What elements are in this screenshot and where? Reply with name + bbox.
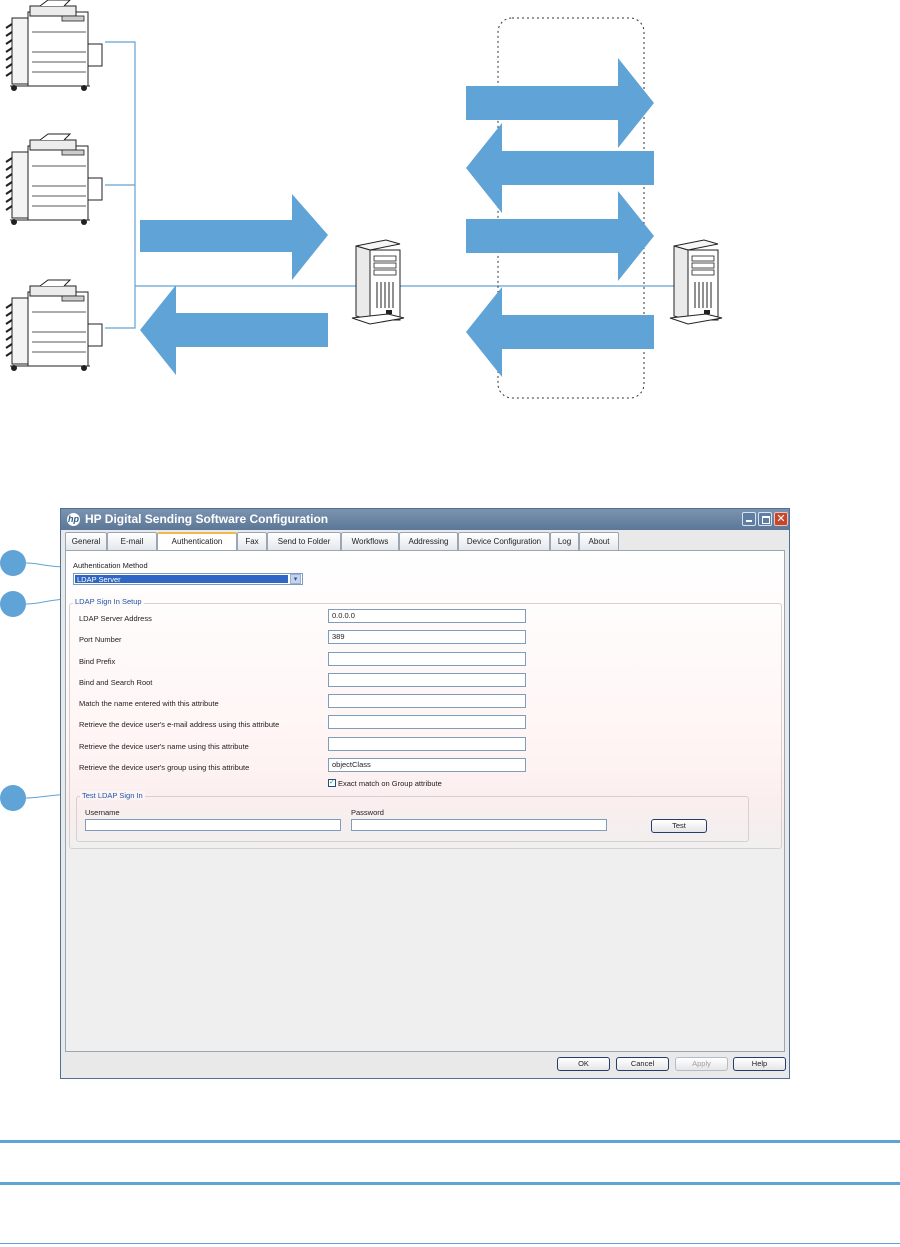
match-name-attribute-input[interactable] <box>328 694 526 708</box>
ldap-setup-title: LDAP Sign In Setup <box>73 597 144 606</box>
auth-method-select[interactable]: LDAP Server ▾ <box>73 573 303 585</box>
tab-general[interactable]: General <box>65 532 107 550</box>
server-icon <box>669 239 723 325</box>
server-icon <box>351 239 405 325</box>
email-attribute-input[interactable] <box>328 715 526 729</box>
port-number-label: Port Number <box>79 635 122 644</box>
authentication-panel: Authentication Method LDAP Server ▾ LDAP… <box>65 550 785 1052</box>
horizontal-rule <box>0 1182 900 1185</box>
bind-prefix-label: Bind Prefix <box>79 657 116 666</box>
help-button[interactable]: Help <box>733 1057 786 1071</box>
window-title: HP Digital Sending Software Configuratio… <box>85 512 329 526</box>
multifunction-printer-icon <box>5 279 103 372</box>
ldap-server-address-label: LDAP Server Address <box>79 614 152 623</box>
hp-logo-icon: hp <box>67 513 80 526</box>
arrow-left <box>466 287 654 377</box>
auth-method-value: LDAP Server <box>75 575 288 584</box>
minimize-button[interactable] <box>742 512 756 526</box>
auth-method-label: Authentication Method <box>73 561 148 570</box>
network-diagram <box>5 0 723 399</box>
bind-prefix-input[interactable] <box>328 652 526 666</box>
config-dialog: hp HP Digital Sending Software Configura… <box>60 508 790 1079</box>
exact-match-checkbox[interactable]: ✓ <box>328 779 336 787</box>
title-bar: hp HP Digital Sending Software Configura… <box>61 509 789 530</box>
test-button[interactable]: Test <box>651 819 707 833</box>
callout-2 <box>0 591 26 617</box>
tab-device-configuration[interactable]: Device Configuration <box>458 532 550 550</box>
cancel-button[interactable]: Cancel <box>616 1057 669 1071</box>
password-label: Password <box>351 808 384 817</box>
ok-button[interactable]: OK <box>557 1057 610 1071</box>
port-number-input[interactable]: 389 <box>328 630 526 644</box>
group-attribute-label: Retrieve the device user's group using t… <box>79 763 250 772</box>
horizontal-rule <box>0 1243 900 1244</box>
email-attribute-label: Retrieve the device user's e-mail addres… <box>79 720 280 729</box>
arrow-right <box>140 194 328 280</box>
test-ldap-title: Test LDAP Sign In <box>80 791 145 800</box>
name-attribute-input[interactable] <box>328 737 526 751</box>
username-input[interactable] <box>85 819 341 831</box>
tab-log[interactable]: Log <box>550 532 579 550</box>
ldap-server-address-input[interactable]: 0.0.0.0 <box>328 609 526 623</box>
arrow-right <box>466 191 654 281</box>
tab-addressing[interactable]: Addressing <box>399 532 458 550</box>
horizontal-rule <box>0 1140 900 1143</box>
multifunction-printer-icon <box>5 0 103 92</box>
close-button[interactable]: ✕ <box>774 512 788 526</box>
bind-search-root-input[interactable] <box>328 673 526 687</box>
maximize-button[interactable] <box>758 512 772 526</box>
username-label: Username <box>85 808 120 817</box>
apply-button[interactable]: Apply <box>675 1057 728 1071</box>
match-name-attribute-label: Match the name entered with this attribu… <box>79 699 219 708</box>
tab-about[interactable]: About <box>579 532 619 550</box>
callout-3 <box>0 785 26 811</box>
chevron-down-icon[interactable]: ▾ <box>290 574 301 584</box>
tab-fax[interactable]: Fax <box>237 532 267 550</box>
bind-search-root-label: Bind and Search Root <box>79 678 153 687</box>
arrow-left <box>140 285 328 375</box>
group-attribute-input[interactable]: objectClass <box>328 758 526 772</box>
exact-match-label: Exact match on Group attribute <box>338 779 442 788</box>
tab-workflows[interactable]: Workflows <box>341 532 399 550</box>
tab-authentication[interactable]: Authentication <box>157 532 237 551</box>
password-input[interactable] <box>351 819 607 831</box>
callout-1 <box>0 550 26 576</box>
tab-send-to-folder[interactable]: Send to Folder <box>267 532 341 550</box>
tab-email[interactable]: E-mail <box>107 532 157 550</box>
multifunction-printer-icon <box>5 133 103 226</box>
name-attribute-label: Retrieve the device user's name using th… <box>79 742 249 751</box>
